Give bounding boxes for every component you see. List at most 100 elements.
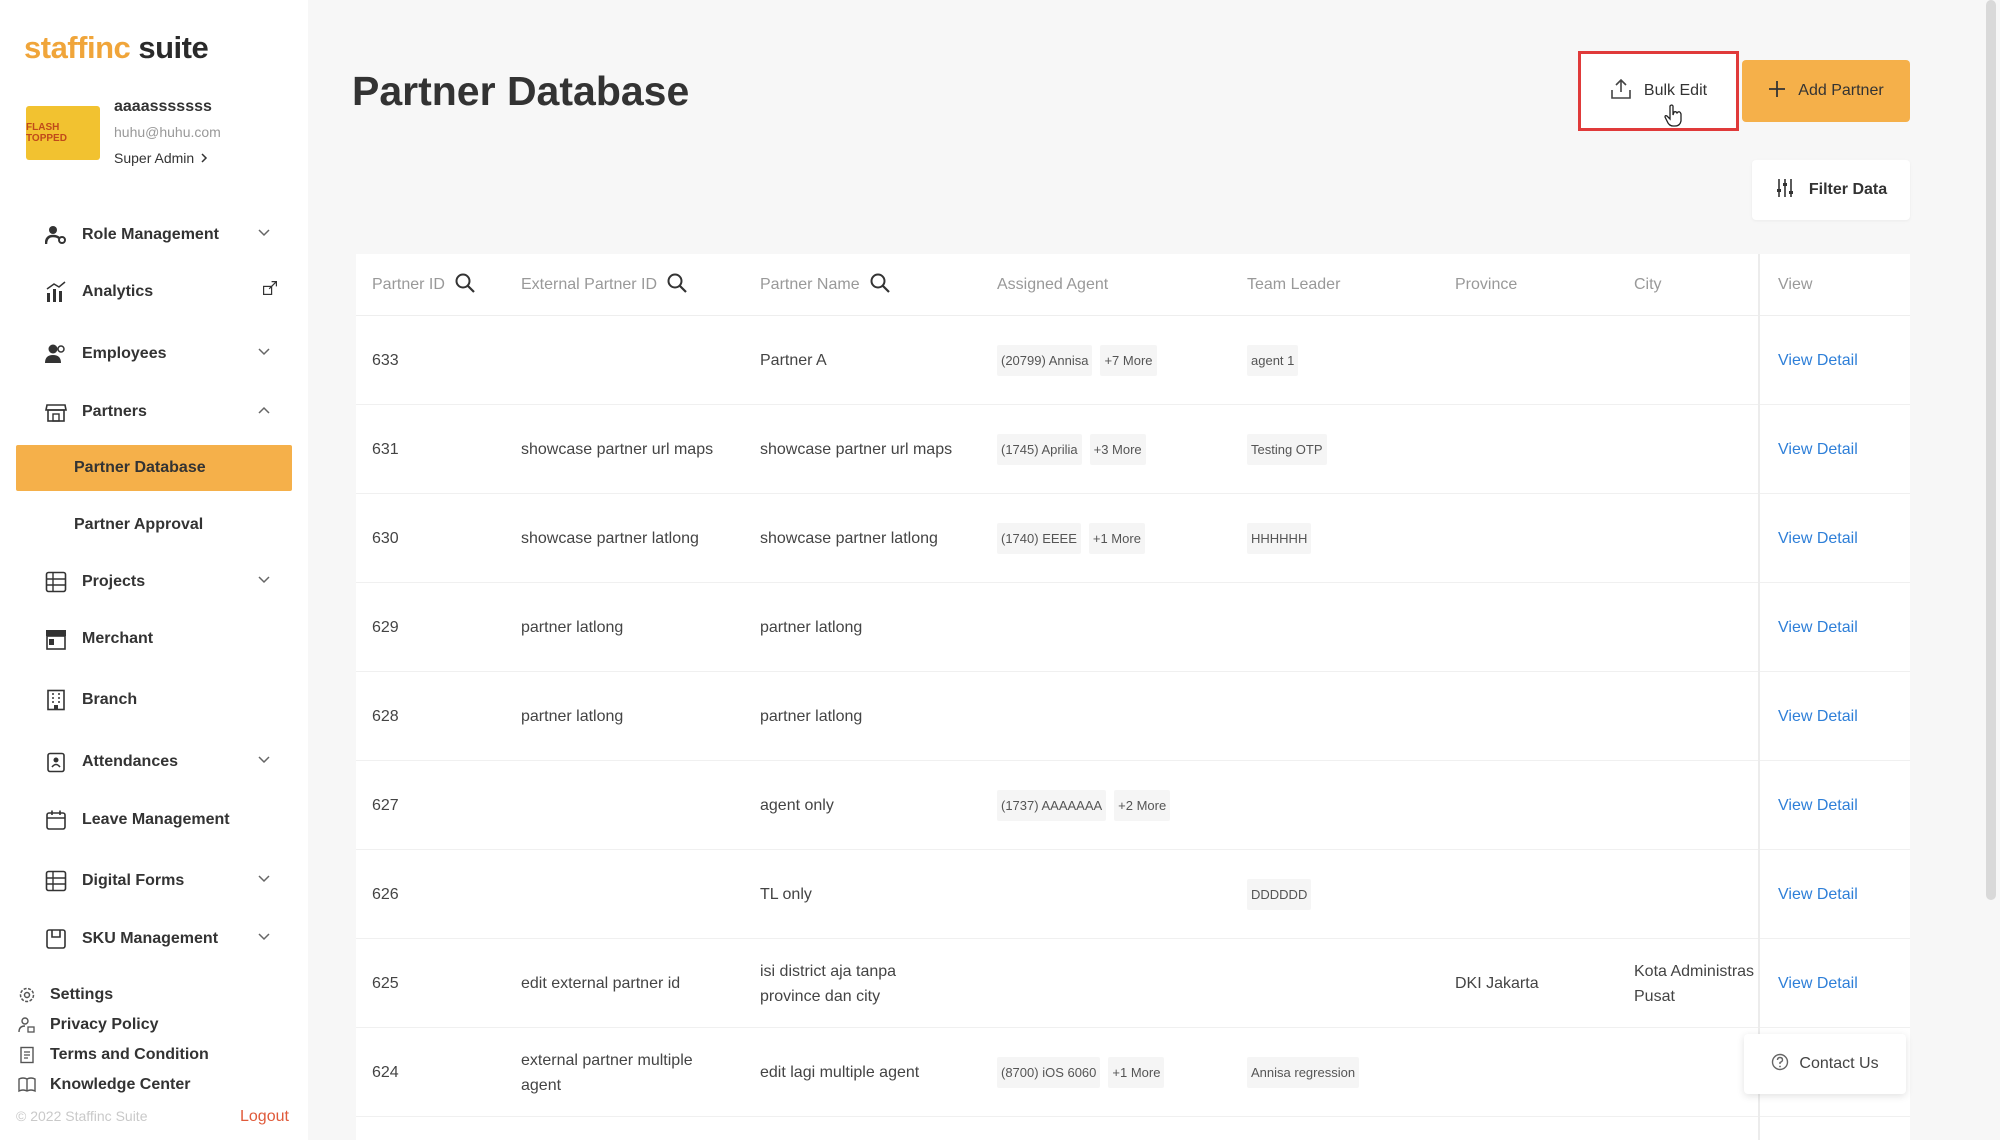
settings-label: Settings <box>50 986 114 1003</box>
view-detail-link[interactable]: View Detail <box>1778 348 1858 373</box>
sidebar-item-employees[interactable]: Employees <box>0 334 308 374</box>
view-detail-link[interactable]: View Detail <box>1778 971 1858 996</box>
sidebar-item-digital-forms[interactable]: Digital Forms <box>0 861 308 901</box>
sliders-icon <box>1775 178 1795 203</box>
view-detail-link[interactable]: View Detail <box>1778 437 1858 462</box>
cell-city <box>1634 316 1764 405</box>
sidebar-item-leave-management[interactable]: Leave Management <box>0 800 308 840</box>
sidebar-item-merchant[interactable]: Merchant <box>0 619 308 659</box>
cell-external-id: edit external partner id <box>521 975 681 992</box>
header-label: Partner Name <box>760 276 860 293</box>
sidebar-item-sku-management[interactable]: SKU Management <box>0 919 308 959</box>
sidebar-item-label: Projects <box>82 573 146 590</box>
agent-chip: (8700) iOS 6060 <box>997 1057 1101 1088</box>
sidebar-item-label: Leave Management <box>82 811 230 828</box>
table-row: 627 agent only (1737) AAAAAAA +2 More Vie… <box>356 761 1910 850</box>
cell-partner-id: 633 <box>372 352 399 369</box>
cell-partner-name: showcase partner url maps <box>760 441 953 458</box>
privacy-policy-link[interactable]: Privacy Policy <box>18 1010 209 1040</box>
table-row: 625 edit external partner id isi distric… <box>356 939 1910 1028</box>
cell-assigned-agent: (20799) Annisa +7 More <box>997 316 1165 405</box>
cell-partner-id: 629 <box>372 619 399 636</box>
sidebar-item-role-management[interactable]: Role Management <box>0 215 308 255</box>
chevron-down-icon <box>256 572 272 588</box>
cell-external-id: external partner multiple agent <box>521 1051 693 1094</box>
profile-role[interactable]: Super Admin <box>114 150 221 166</box>
search-icon[interactable] <box>667 273 687 298</box>
search-icon[interactable] <box>455 273 475 298</box>
contact-us-button[interactable]: Contact Us <box>1744 1034 1906 1094</box>
sidebar-item-label: SKU Management <box>82 930 219 947</box>
cell-partner-id: 628 <box>372 708 399 725</box>
app-logo[interactable]: staffinc suite <box>24 30 209 66</box>
logo-suite: suite <box>130 30 209 65</box>
box-icon <box>44 927 68 951</box>
external-link-icon <box>262 280 278 296</box>
calendar-icon <box>44 808 68 832</box>
more-agents-chip[interactable]: +2 More <box>1114 790 1171 821</box>
header-label: Province <box>1455 276 1518 293</box>
building-icon <box>44 688 68 712</box>
plus-icon <box>1768 80 1786 103</box>
view-detail-link[interactable]: View Detail <box>1778 526 1858 551</box>
sidebar-item-partner-approval[interactable]: Partner Approval <box>16 502 292 548</box>
settings-link[interactable]: Settings <box>18 980 209 1010</box>
bulk-edit-label: Bulk Edit <box>1643 82 1708 99</box>
cell-partner-name: isi district aja tanpa province dan city <box>760 962 897 1005</box>
view-detail-link[interactable]: View Detail <box>1778 704 1858 729</box>
user-settings-icon <box>44 223 68 247</box>
profile-name: aaaasssssss <box>114 98 212 115</box>
cell-team-leader: DDDDDD <box>1247 850 1319 939</box>
sidebar-item-branch[interactable]: Branch <box>0 680 308 720</box>
profile-role-label: Super Admin <box>114 150 195 166</box>
chevron-down-icon <box>256 344 272 360</box>
header-assigned-agent: Assigned Agent <box>997 254 1108 316</box>
scrollbar[interactable] <box>1986 0 1996 900</box>
bulk-edit-button[interactable]: Bulk Edit <box>1578 51 1739 131</box>
sidebar-item-analytics[interactable]: Analytics <box>0 272 308 312</box>
sidebar-item-partner-database[interactable]: Partner Database <box>16 445 292 491</box>
chevron-right-icon <box>201 153 208 163</box>
avatar: FLASH TOPPED <box>26 106 100 160</box>
cell-province: DKI Jakarta <box>1455 975 1539 992</box>
upload-icon <box>1610 78 1632 105</box>
cell-city <box>1634 761 1764 850</box>
view-detail-link[interactable]: View Detail <box>1778 615 1858 640</box>
header-label: Partner ID <box>372 276 445 293</box>
cell-view: View Detail <box>1778 316 1858 405</box>
table-row: 630 showcase partner latlong showcase pa… <box>356 494 1910 583</box>
more-agents-chip[interactable]: +1 More <box>1108 1057 1165 1088</box>
document-icon <box>18 1046 36 1064</box>
profile-email: huhu@huhu.com <box>114 124 221 140</box>
cell-partner-id: 631 <box>372 441 399 458</box>
table-row: 633 Partner A (20799) Annisa +7 More agen… <box>356 316 1910 405</box>
header-partner-id: Partner ID <box>372 254 475 316</box>
partner-table: Partner ID External Partner ID Partner N… <box>356 254 1910 1140</box>
logout-link[interactable]: Logout <box>240 1108 289 1126</box>
table-row: 626 TL only DDDDDD View Detail <box>356 850 1910 939</box>
cell-city <box>1634 672 1764 761</box>
sidebar-item-partners[interactable]: Partners <box>0 392 308 432</box>
cell-partner-name: showcase partner latlong <box>760 530 938 547</box>
header-label: Assigned Agent <box>997 276 1109 293</box>
add-partner-button[interactable]: Add Partner <box>1742 60 1910 122</box>
cell-view: View Detail <box>1778 583 1858 672</box>
sidebar-item-attendances[interactable]: Attendances <box>0 742 308 782</box>
form-icon <box>44 869 68 893</box>
sidebar-item-label: Partner Approval <box>74 516 204 533</box>
team-leader-chip: DDDDDD <box>1247 879 1312 910</box>
sidebar-item-projects[interactable]: Projects <box>0 562 308 602</box>
view-detail-link[interactable]: View Detail <box>1778 882 1858 907</box>
knowledge-center-link[interactable]: Knowledge Center <box>18 1070 209 1100</box>
cell-assigned-agent: (1737) AAAAAAA +2 More <box>997 761 1178 850</box>
cell-partner-name: TL only <box>760 886 812 903</box>
view-detail-link[interactable]: View Detail <box>1778 793 1858 818</box>
search-icon[interactable] <box>870 273 890 298</box>
more-agents-chip[interactable]: +3 More <box>1089 434 1146 465</box>
filter-data-label: Filter Data <box>1808 181 1888 198</box>
terms-link[interactable]: Terms and Condition <box>18 1040 209 1070</box>
filter-data-button[interactable]: Filter Data <box>1752 160 1910 220</box>
more-agents-chip[interactable]: +7 More <box>1100 345 1157 376</box>
user-profile[interactable]: FLASH TOPPED aaaasssssss huhu@huhu.com S… <box>26 96 221 166</box>
more-agents-chip[interactable]: +1 More <box>1088 523 1145 554</box>
